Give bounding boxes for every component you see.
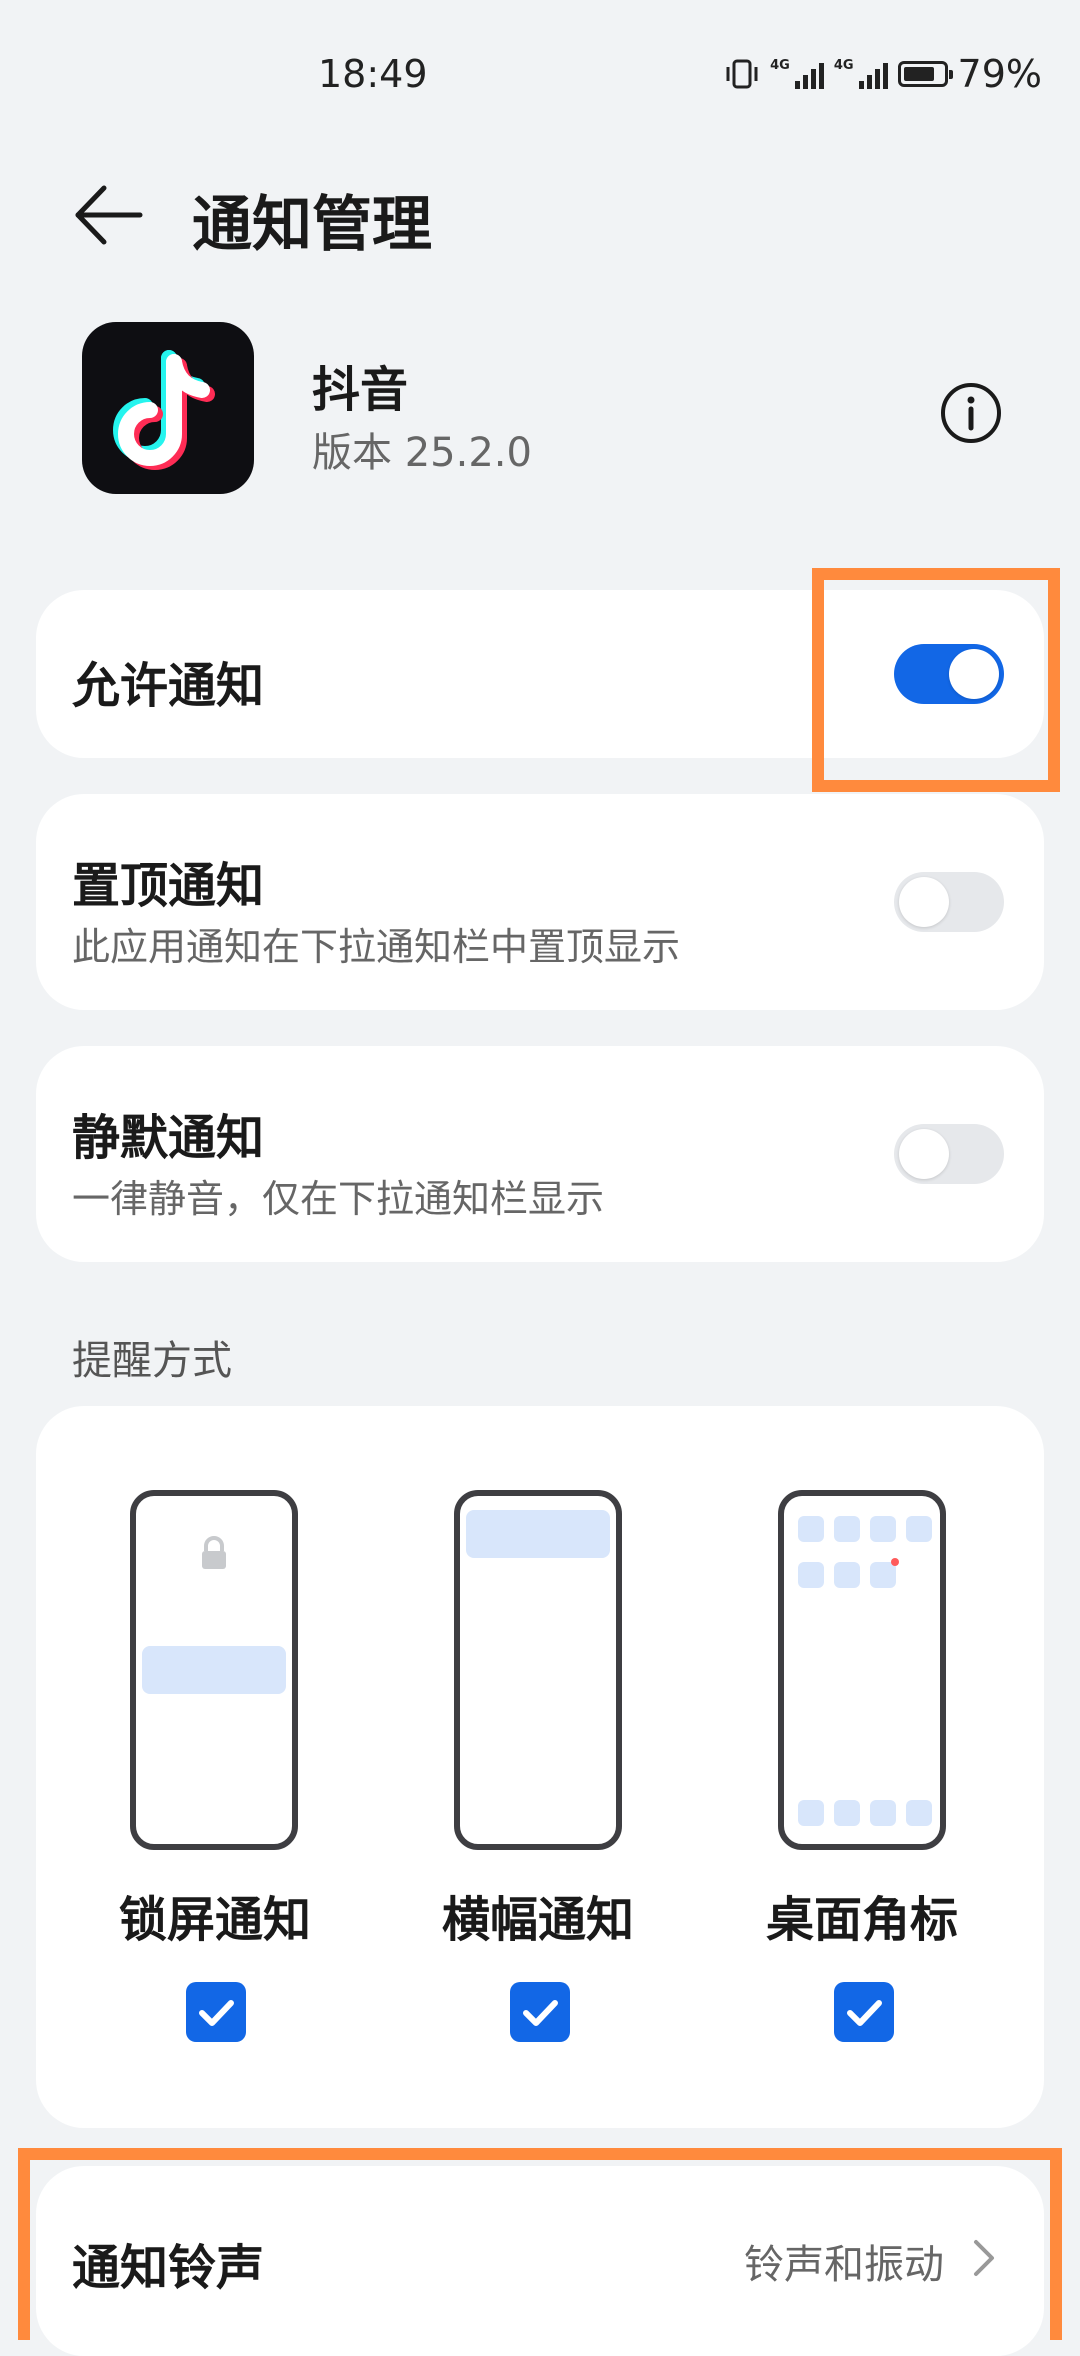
silent-notification-label: 静默通知 — [72, 1110, 265, 1166]
silent-notification-toggle[interactable] — [894, 1124, 1004, 1184]
lock-screen-preview[interactable] — [130, 1490, 298, 1850]
battery-icon — [897, 61, 953, 87]
silent-notification-desc: 一律静音，仅在下拉通知栏显示 — [72, 1177, 605, 1221]
highlight-box — [812, 568, 1060, 792]
status-time: 18:49 — [318, 52, 428, 96]
network-type-1: 4G — [770, 58, 790, 73]
signal-icon: 4G — [834, 59, 888, 89]
pinned-notification-desc: 此应用通知在下拉通知栏中置顶显示 — [72, 925, 681, 969]
banner-preview[interactable] — [454, 1490, 622, 1850]
pinned-notification-row[interactable]: 置顶通知 此应用通知在下拉通知栏中置顶显示 — [36, 794, 1044, 1010]
lock-screen-checkbox[interactable] — [186, 1982, 246, 2042]
banner-label: 横幅通知 — [441, 1892, 634, 1948]
app-name: 抖音 — [312, 362, 409, 418]
allow-notification-label: 允许通知 — [72, 658, 265, 714]
badge-dot-icon — [891, 1558, 899, 1566]
pinned-notification-label: 置顶通知 — [72, 858, 265, 914]
network-type-2: 4G — [833, 58, 854, 73]
lock-icon — [202, 1536, 226, 1569]
battery-level: 79% — [957, 52, 1042, 96]
info-icon[interactable] — [938, 380, 1004, 446]
silent-notification-row[interactable]: 静默通知 一律静音，仅在下拉通知栏显示 — [36, 1046, 1044, 1262]
lock-screen-label: 锁屏通知 — [118, 1892, 311, 1948]
vibrate-icon — [726, 59, 758, 89]
desktop-badge-checkbox[interactable] — [834, 1982, 894, 2042]
page-title: 通知管理 — [192, 190, 432, 260]
desktop-badge-label: 桌面角标 — [765, 1892, 958, 1948]
reminder-section-label: 提醒方式 — [72, 1338, 232, 1384]
signal-icon: 4G — [770, 59, 824, 89]
pinned-notification-toggle[interactable] — [894, 872, 1004, 932]
app-version: 版本 25.2.0 — [312, 430, 532, 476]
app-logo-icon — [82, 322, 254, 494]
highlight-box — [18, 2148, 1062, 2340]
banner-checkbox[interactable] — [510, 1982, 570, 2042]
desktop-badge-preview[interactable] — [778, 1490, 946, 1850]
back-arrow-icon[interactable] — [70, 180, 150, 250]
status-icons: 4G 4G 79% — [724, 52, 1042, 96]
